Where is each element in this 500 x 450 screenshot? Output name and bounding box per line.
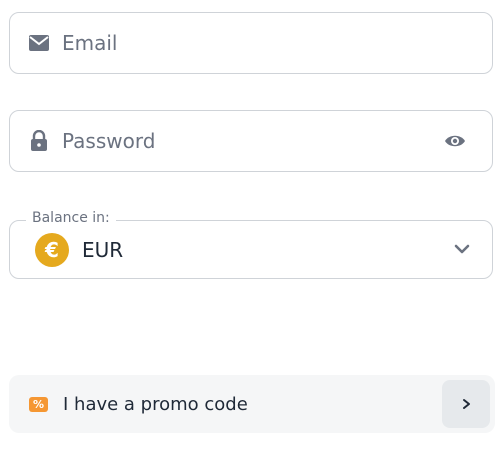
- password-field[interactable]: Password: [9, 110, 493, 172]
- eye-icon[interactable]: [444, 130, 466, 152]
- currency-select[interactable]: € EUR: [9, 220, 493, 279]
- chevron-right-icon[interactable]: [442, 380, 490, 428]
- mail-icon: [28, 32, 50, 54]
- promo-label: I have a promo code: [63, 393, 248, 415]
- chevron-down-icon[interactable]: [452, 239, 472, 259]
- ticket-icon: %: [29, 396, 48, 412]
- password-placeholder: Password: [62, 129, 156, 153]
- selected-currency: EUR: [82, 237, 124, 262]
- euro-coin-icon: €: [35, 232, 69, 267]
- email-field[interactable]: Email: [9, 12, 493, 74]
- lock-icon: [28, 130, 50, 152]
- email-placeholder: Email: [62, 31, 118, 55]
- promo-code-toggle[interactable]: % I have a promo code: [9, 375, 495, 433]
- balance-label: Balance in:: [26, 210, 116, 226]
